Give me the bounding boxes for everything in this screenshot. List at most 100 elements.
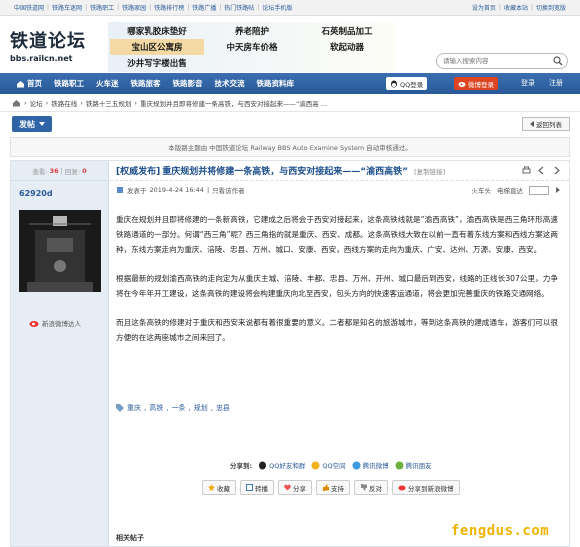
posted-label: 发表于 <box>127 187 147 195</box>
share-tencent-weibo-label: 腾讯微博 <box>362 462 389 470</box>
ad-link[interactable]: 中天房车价格 <box>205 39 299 54</box>
go-icon[interactable] <box>555 187 561 193</box>
tag-link[interactable]: 规划 <box>194 403 208 413</box>
nav-item-railfans[interactable]: 火车迷 <box>90 78 125 89</box>
nav-item-library[interactable]: 铁路资料库 <box>251 78 301 89</box>
post-body: 重庆在规划并且即将修建的一条新高铁，它建成之后将会于西安对接起来，这条高铁线就是… <box>116 212 558 359</box>
breadcrumb-item[interactable]: 论坛 <box>30 98 43 108</box>
logo-title: 铁道论坛 <box>10 31 86 52</box>
login-link[interactable]: 登录 <box>521 78 535 88</box>
oppose-button[interactable]: 反对 <box>354 480 388 495</box>
favorite-label: 收藏 <box>217 484 230 493</box>
thumbs-down-icon <box>361 484 367 491</box>
new-post-button[interactable]: 发帖 <box>12 116 52 132</box>
top-link[interactable]: 热门铁路帖 <box>224 3 254 12</box>
ad-link[interactable]: 石英制品加工 <box>300 23 394 38</box>
breadcrumb-item[interactable]: 铁路在线 <box>51 98 77 108</box>
online-status-icon <box>117 187 123 193</box>
heart-icon <box>284 484 291 491</box>
top-link[interactable]: 铁路家园 <box>122 3 146 12</box>
ad-link[interactable]: 沙井写字楼出售 <box>110 56 204 71</box>
ad-link[interactable]: 养老陪护 <box>205 23 299 38</box>
breadcrumb: › 论坛 › 铁路在线 › 铁路十三五规划 › 重庆规划并且即将修建一条高铁，与西安对… <box>0 94 580 112</box>
top-link[interactable]: 铁路职工 <box>90 3 114 12</box>
back-to-list-button[interactable]: 返回列表 <box>522 117 570 131</box>
new-post-label: 发帖 <box>19 119 35 129</box>
logo-url: bbs.railcn.net <box>10 54 73 63</box>
bookmark-site-link[interactable]: 收藏本站 <box>504 3 528 12</box>
qq-login-button[interactable]: QQ登录 <box>386 77 428 90</box>
register-link[interactable]: 注册 <box>549 78 563 88</box>
share-tencent-friends-label: 腾讯朋友 <box>405 462 432 470</box>
weibo-follow[interactable]: 新浪微博达人 <box>29 318 81 328</box>
share-qzone[interactable]: QQ空间 <box>311 460 346 470</box>
search-icon[interactable] <box>553 56 563 66</box>
tag-link[interactable]: 一条 <box>171 403 185 413</box>
nav-home-label: 首页 <box>27 79 42 88</box>
nav-item-media[interactable]: 铁路影音 <box>167 78 209 89</box>
breadcrumb-item[interactable]: 重庆规划并且即将修建一条高铁，与西安对接起来——“渝西高 ... <box>140 98 327 108</box>
top-link[interactable]: 论坛手机版 <box>262 3 292 12</box>
tencent-friends-icon <box>395 461 404 469</box>
tag-link[interactable]: 高铁 <box>149 403 163 413</box>
top-right-links: 设为首页 | 收藏本站 | 切换到宽版 <box>471 3 566 12</box>
weibo-login-label: 微博登录 <box>468 80 494 89</box>
top-link[interactable]: 铁路车迷网 <box>52 3 82 12</box>
action-bar: 发帖 返回列表 <box>0 112 580 134</box>
repost-button[interactable]: 转播 <box>240 480 274 495</box>
jump-to-floor-input[interactable] <box>529 185 549 195</box>
ad-link[interactable]: 哪家乳胶床垫好 <box>110 23 204 38</box>
ad-link[interactable]: 宝山区公寓房 <box>110 39 204 55</box>
print-icon[interactable] <box>522 166 531 175</box>
tag-link[interactable]: 重庆 <box>127 403 141 413</box>
author-name[interactable]: 62920d <box>19 189 53 198</box>
top-link[interactable]: 铁路排行榜 <box>154 3 184 12</box>
share-tencent-friends[interactable]: 腾讯朋友 <box>395 460 432 470</box>
views-count: 36 <box>49 166 59 175</box>
prev-thread-icon[interactable] <box>537 166 546 175</box>
support-label: 支持 <box>331 484 344 493</box>
tencent-weibo-icon <box>352 461 361 469</box>
top-link[interactable]: 中国铁道网 <box>14 3 44 12</box>
share-label: 分享到: <box>230 462 253 470</box>
post-tags: 重庆, 高铁, 一条, 规划, 忠县 <box>116 403 230 413</box>
favorite-button[interactable]: 收藏 <box>202 480 236 495</box>
qq-login-label: QQ登录 <box>400 80 424 89</box>
repost-label: 转播 <box>255 484 268 493</box>
set-homepage-link[interactable]: 设为首页 <box>472 3 496 12</box>
share-qq-friends[interactable]: QQ好友和群 <box>258 460 305 470</box>
post-category[interactable]: [权威发布] <box>116 164 160 177</box>
floor-tools: 火车头 电梯直达 <box>472 185 562 195</box>
nav-item-passengers[interactable]: 铁路旅客 <box>125 78 167 89</box>
nav-home[interactable]: 首页 <box>10 78 48 89</box>
home-icon <box>17 80 24 87</box>
copy-link[interactable]: [复制链接] <box>414 166 445 176</box>
home-icon[interactable] <box>12 99 21 107</box>
share-button[interactable]: 分享 <box>278 480 312 495</box>
weibo-login-button[interactable]: 微博登录 <box>454 77 498 90</box>
site-logo[interactable]: 铁道论坛 bbs.railcn.net <box>10 27 94 63</box>
support-button[interactable]: 支持 <box>316 480 350 495</box>
nav-item-staff[interactable]: 铁路职工 <box>48 78 90 89</box>
search-input[interactable] <box>443 57 543 65</box>
only-author-link[interactable]: 只看该作者 <box>212 185 245 195</box>
qq-icon <box>391 80 397 87</box>
share-weibo-button[interactable]: 分享到新浪微博 <box>392 480 460 495</box>
avatar[interactable] <box>19 210 101 292</box>
weibo-icon <box>398 485 406 491</box>
floor-label: 火车头 <box>471 187 492 195</box>
wide-mode-link[interactable]: 切换到宽版 <box>536 3 566 12</box>
weibo-icon <box>458 81 466 87</box>
thumbs-up-icon <box>323 484 329 491</box>
nav-item-tech[interactable]: 技术交流 <box>209 78 251 89</box>
breadcrumb-item[interactable]: 铁路十三五规划 <box>86 98 132 108</box>
related-posts-heading: 相关帖子 <box>116 534 144 542</box>
tag-link[interactable]: 忠县 <box>216 403 230 413</box>
post-title-bar: [权威发布] 重庆规划并将修建一条高铁，与西安对接起来——“渝西高铁” [复制链… <box>110 161 569 181</box>
top-link[interactable]: 铁路广播 <box>192 3 216 12</box>
ad-link[interactable]: 软起动器 <box>300 39 394 54</box>
top-bar: 中国铁道网 | 铁路车迷网 | 铁路职工 | 铁路家园 | 铁路排行榜 | 铁路广播 | 热… <box>0 0 580 16</box>
share-tencent-weibo[interactable]: 腾讯微博 <box>352 460 389 470</box>
share-weibo-label: 分享到新浪微博 <box>408 484 454 493</box>
next-thread-icon[interactable] <box>552 166 561 175</box>
